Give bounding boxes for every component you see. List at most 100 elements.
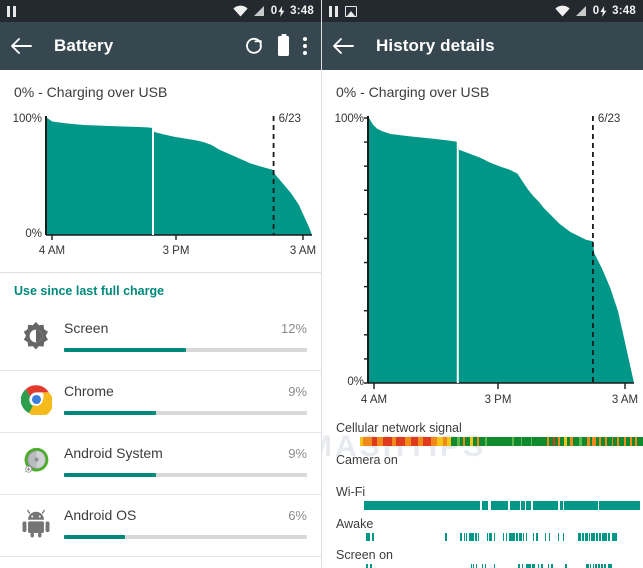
list-item-label: Chrome <box>64 383 114 399</box>
status-clock: 3:48 <box>290 5 314 17</box>
list-item[interactable]: Android System 9% <box>0 432 321 494</box>
history-details-screen: 0 3:48 History details 0% - Charging ove… <box>322 0 643 568</box>
timeline-segment <box>466 533 468 541</box>
screenshot-icon <box>345 5 357 17</box>
timeline-segment <box>363 437 372 446</box>
timeline-segment <box>478 533 480 541</box>
timeline-row-cellular: Cellular network signal <box>322 420 643 452</box>
list-item-percent: 6% <box>288 508 307 523</box>
list-item[interactable]: Voice calls 5% <box>0 556 321 568</box>
list-item-percent: 12% <box>280 321 307 336</box>
list-item-body: Chrome 9% <box>58 381 307 415</box>
timeline-segment <box>603 564 606 568</box>
battery-status-caption: 0% - Charging over USB <box>14 84 168 100</box>
timeline-segment <box>486 437 513 446</box>
page-title: History details <box>376 36 495 55</box>
timeline-segment <box>460 533 462 541</box>
usage-progress-track <box>64 535 307 539</box>
back-arrow-icon[interactable] <box>10 37 32 55</box>
timeline-segment <box>532 437 548 446</box>
list-item[interactable]: Screen 12% <box>0 308 321 370</box>
timeline-segment <box>518 564 520 568</box>
timeline-segment <box>364 501 481 510</box>
chart-date-annotation: 6/23 <box>279 113 301 125</box>
timeline-track-camera <box>322 469 643 478</box>
battery-status-caption: 0% - Charging over USB <box>336 84 490 100</box>
app-bar-battery: Battery <box>0 22 321 70</box>
timeline-segment <box>365 533 371 541</box>
timeline-segment <box>526 501 531 510</box>
cellular-signal-icon <box>253 6 264 16</box>
battery-level-chart-compact: 100% 0% 6/23 4 AM 3 PM 3 AM <box>0 104 321 272</box>
timeline-segment <box>383 437 392 446</box>
battery-level-chart-detail: 100% 0% 6/23 4 AM 3 PM 3 AM MASHTIPS <box>322 104 643 463</box>
timeline-segment <box>470 564 473 568</box>
timeline-segment <box>489 533 493 541</box>
y-axis-max-label: 100% <box>13 113 42 125</box>
status-bar-notification-icons <box>7 5 16 17</box>
timeline-segment <box>591 533 595 541</box>
usage-progress-fill <box>64 348 187 352</box>
timeline-segment <box>595 564 598 568</box>
refresh-icon[interactable] <box>244 36 264 56</box>
battery-usage-list: Screen 12% Chrome 9% Android System 9% A… <box>0 308 321 568</box>
section-title-use-since-charge: Use since last full charge <box>14 284 165 298</box>
timeline-segment <box>506 533 508 541</box>
battery-chart-detail-svg: 100% 0% 6/23 4 AM 3 PM 3 AM <box>335 113 639 406</box>
timeline-segment <box>564 501 598 510</box>
timeline-segment <box>509 533 515 541</box>
x-tick-2: 3 AM <box>612 394 638 406</box>
timeline-segment <box>410 437 419 446</box>
list-item[interactable]: Android OS 6% <box>0 494 321 556</box>
y-axis-min-label: 0% <box>347 376 364 388</box>
bolt-icon <box>600 5 607 17</box>
timeline-segment <box>482 501 489 510</box>
timeline-segment <box>370 564 372 568</box>
status-bar-system-icons: 0 3:48 <box>555 5 636 17</box>
timeline-segment <box>536 533 539 541</box>
timeline-label: Camera on <box>336 453 398 467</box>
y-axis-min-label: 0% <box>25 228 42 240</box>
y-axis-max-label: 100% <box>335 113 364 125</box>
timeline-segment <box>602 533 607 541</box>
cellular-signal-icon <box>575 6 586 16</box>
timeline-segment <box>463 533 465 541</box>
status-clock: 3:48 <box>612 5 636 17</box>
status-bar-notification-icons <box>329 5 357 17</box>
timeline-segment <box>596 533 599 541</box>
overflow-menu-icon[interactable] <box>303 37 307 55</box>
timeline-label: Cellular network signal <box>336 421 462 435</box>
list-item-label: Screen <box>64 320 109 336</box>
timeline-segment <box>588 533 591 541</box>
timeline-segment <box>475 533 477 541</box>
timeline-segment <box>475 564 477 568</box>
timeline-segment <box>592 564 595 568</box>
list-item-label: Android System <box>64 445 163 461</box>
usage-progress-track <box>64 348 307 352</box>
timeline-segment <box>577 533 581 541</box>
timeline-segment <box>611 533 617 541</box>
timeline-segment <box>509 501 520 510</box>
usage-progress-track <box>64 473 307 477</box>
timeline-track-awake <box>322 533 643 541</box>
timeline-segment <box>502 533 505 541</box>
app-bar-actions <box>244 36 311 56</box>
timeline-track-wifi <box>322 501 643 510</box>
back-arrow-icon[interactable] <box>332 37 354 55</box>
timeline-segment <box>533 533 535 541</box>
page-title: Battery <box>54 36 114 55</box>
timeline-segment <box>532 501 559 510</box>
android-os-icon <box>14 505 58 538</box>
timeline-segment <box>372 533 375 541</box>
timeline-segment <box>493 564 495 568</box>
timeline-segment <box>599 501 640 510</box>
wifi-icon <box>233 5 248 17</box>
list-item[interactable]: Chrome 9% <box>0 370 321 432</box>
timeline-segment <box>444 533 448 541</box>
battery-icon[interactable] <box>278 36 289 56</box>
status-bar-left: 0 3:48 <box>0 0 321 22</box>
list-item-label: Android OS <box>64 507 137 523</box>
status-bar-right: 0 3:48 <box>322 0 643 22</box>
timeline-segment <box>522 437 531 446</box>
usage-progress-fill <box>64 411 156 415</box>
